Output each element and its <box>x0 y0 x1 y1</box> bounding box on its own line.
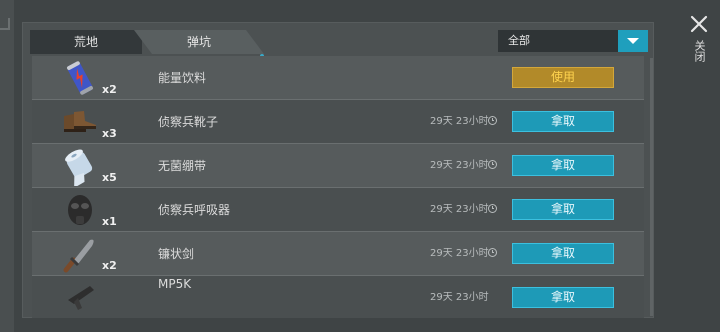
item-name: 无菌绷带 <box>158 159 207 173</box>
list-item: x3 侦察兵靴子 29天 23小时 拿取 <box>32 100 644 144</box>
item-name: 侦察兵靴子 <box>158 115 219 129</box>
close-button[interactable]: 关闭 <box>684 12 714 82</box>
expiry-time: 29天 23小时 <box>430 292 489 303</box>
filter-dropdown[interactable]: 全部 <box>498 30 648 52</box>
storage-panel: 荒地 弹坑 全部 x2 能量饮料 使用 x3 侦察兵靴子 29天 23小时 拿取… <box>22 22 654 318</box>
take-button[interactable]: 拿取 <box>512 199 614 220</box>
chevron-down-icon <box>627 38 639 44</box>
dropdown-toggle-button[interactable] <box>618 30 648 52</box>
list-item: x2 镰状剑 29天 23小时 拿取 <box>32 232 644 276</box>
take-button[interactable]: 拿取 <box>512 155 614 176</box>
expiry-time: 29天 23小时 <box>430 204 489 215</box>
close-icon <box>690 15 708 33</box>
scout-respirator-icon <box>68 195 92 225</box>
take-button[interactable]: 拿取 <box>512 243 614 264</box>
scrollbar[interactable] <box>650 58 653 316</box>
item-name: MP5K <box>158 277 192 291</box>
background-edge <box>0 0 14 332</box>
sterile-bandage-icon <box>65 149 93 186</box>
expiry-time: 29天 23小时 <box>430 116 489 127</box>
clock-icon <box>488 204 497 213</box>
close-label: 关闭 <box>693 40 706 62</box>
expiry-time: 29天 23小时 <box>430 248 489 259</box>
corner-bracket <box>0 18 10 30</box>
list-item: MP5K 29天 23小时 拿取 <box>32 276 644 318</box>
item-quantity: x3 <box>102 127 117 140</box>
item-quantity: x1 <box>102 215 117 228</box>
tab-wasteland[interactable]: 荒地 <box>30 30 142 54</box>
smg-icon <box>68 286 94 310</box>
clock-icon <box>488 116 497 125</box>
list-item: x1 侦察兵呼吸器 29天 23小时 拿取 <box>32 188 644 232</box>
scout-boots-icon <box>64 111 96 132</box>
item-quantity: x2 <box>102 259 117 272</box>
item-name: 侦察兵呼吸器 <box>158 203 231 217</box>
tab-crater[interactable]: 弹坑 <box>134 30 264 54</box>
take-button[interactable]: 拿取 <box>512 287 614 308</box>
item-quantity: x2 <box>102 83 117 96</box>
item-name: 能量饮料 <box>158 71 207 85</box>
item-quantity: x5 <box>102 171 117 184</box>
expiry-time: 29天 23小时 <box>430 160 489 171</box>
clock-icon <box>488 160 497 169</box>
list-item: x5 无菌绷带 29天 23小时 拿取 <box>32 144 644 188</box>
take-button[interactable]: 拿取 <box>512 111 614 132</box>
energy-drink-can-icon <box>67 61 93 95</box>
filter-selected-value[interactable]: 全部 <box>498 30 618 52</box>
item-list: x2 能量饮料 使用 x3 侦察兵靴子 29天 23小时 拿取 x5 无菌绷带 … <box>32 56 644 318</box>
use-button[interactable]: 使用 <box>512 67 614 88</box>
sickle-sword-icon <box>63 239 94 273</box>
clock-icon <box>488 248 497 257</box>
list-item: x2 能量饮料 使用 <box>32 56 644 100</box>
